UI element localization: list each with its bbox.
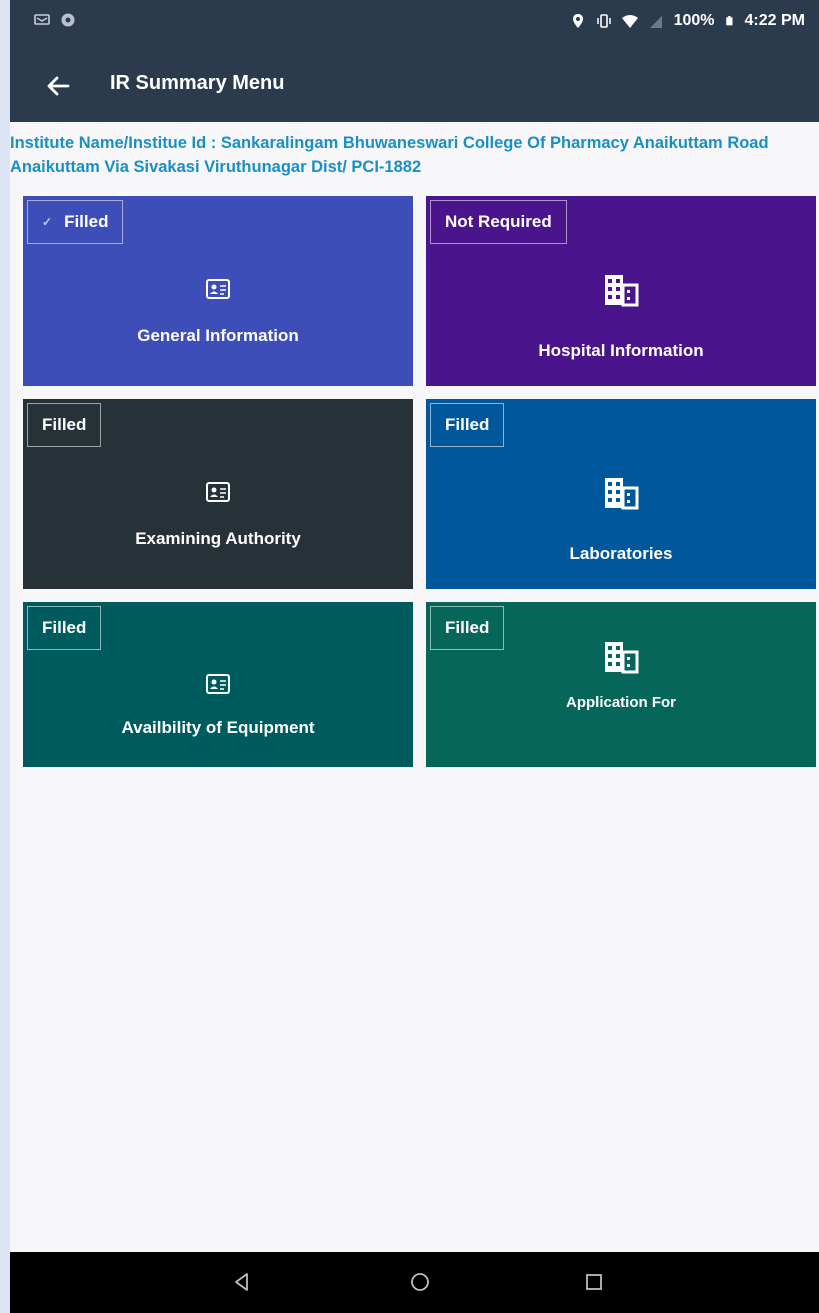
- tile-label: Examining Authority: [135, 529, 301, 548]
- id-card-icon: [206, 279, 230, 299]
- clock: 4:22 PM: [744, 12, 805, 29]
- status-badge-label: Filled: [42, 618, 87, 637]
- device-screen: 100% 4:22 PM IR Summary Menu Institute N…: [10, 0, 819, 1313]
- tile-label: Laboratories: [569, 544, 673, 563]
- tile-availbility-of-equipment[interactable]: Filled Availbility of Equipment: [23, 602, 413, 767]
- status-badge: ✓ Filled: [27, 200, 124, 244]
- check-icon: ✓: [42, 215, 53, 229]
- status-badge-label: Filled: [445, 618, 490, 637]
- page-title: IR Summary Menu: [110, 72, 285, 94]
- tile-label: Availbility of Equipment: [121, 718, 315, 737]
- battery-percent: 100%: [673, 12, 715, 29]
- recents-square-icon[interactable]: [582, 1270, 606, 1294]
- back-triangle-icon[interactable]: [230, 1270, 254, 1294]
- id-card-icon: [206, 674, 230, 694]
- status-right: 100% 4:22 PM: [570, 12, 805, 30]
- tile-label: General Information: [137, 326, 299, 345]
- status-badge-label: Filled: [42, 415, 87, 434]
- status-bar: 100% 4:22 PM: [10, 0, 819, 48]
- building-icon: [605, 478, 639, 510]
- vibrate-icon: [596, 14, 611, 28]
- status-badge: Filled: [27, 606, 102, 650]
- app-bar: IR Summary Menu: [10, 48, 819, 122]
- status-badge: Filled: [27, 403, 102, 447]
- wifi-icon: [621, 15, 638, 28]
- tile-application-for[interactable]: Filled Application For: [426, 602, 816, 767]
- status-badge-label: Filled: [64, 212, 109, 231]
- status-badge: Not Required: [430, 200, 567, 244]
- app-icon: [61, 13, 75, 27]
- id-card-icon: [206, 482, 230, 502]
- building-icon: [605, 642, 639, 674]
- battery-icon: [725, 16, 733, 26]
- tile-hospital-information[interactable]: Not Required Hospital Information: [426, 196, 816, 386]
- navigation-bar: [10, 1252, 819, 1313]
- tile-label: Application For: [566, 694, 676, 711]
- institute-info: Institute Name/Institue Id : Sankaraling…: [10, 134, 769, 176]
- status-badge-label: Not Required: [445, 212, 552, 231]
- tile-label: Hospital Information: [538, 341, 704, 360]
- status-badge: Filled: [430, 606, 505, 650]
- back-button[interactable]: [40, 68, 76, 104]
- location-icon: [572, 14, 583, 28]
- signal-icon: [649, 16, 662, 28]
- status-badge-label: Filled: [445, 415, 490, 434]
- status-badge: Filled: [430, 403, 505, 447]
- tile-laboratories[interactable]: Filled Laboratories: [426, 399, 816, 589]
- home-circle-icon[interactable]: [408, 1270, 432, 1294]
- status-left: [34, 12, 76, 28]
- building-icon: [605, 275, 639, 307]
- tile-general-information[interactable]: ✓ Filled General Information: [23, 196, 413, 386]
- arrow-left-icon: [47, 76, 70, 96]
- tile-examining-authority[interactable]: Filled Examining Authority: [23, 399, 413, 589]
- notification-icon: [34, 14, 50, 25]
